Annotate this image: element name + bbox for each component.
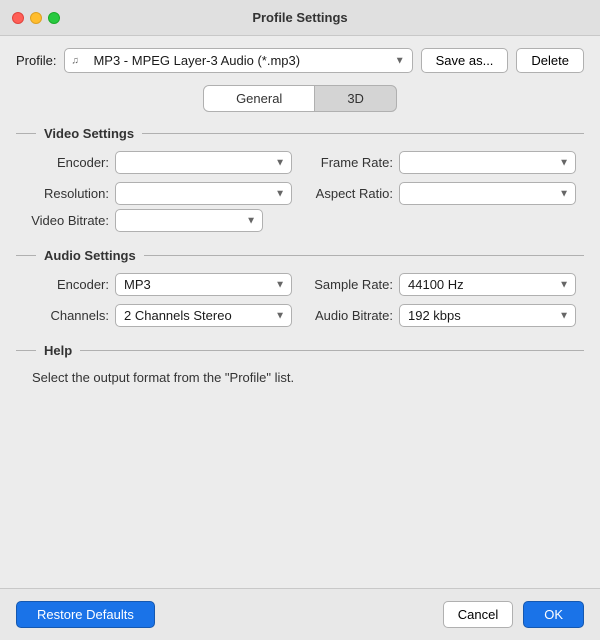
frame-rate-row: Frame Rate: ▼ [308,151,576,174]
audio-encoder-label: Encoder: [24,277,109,292]
aspect-ratio-select-wrapper: ▼ [399,182,576,205]
audio-encoder-row: Encoder: MP3 AAC OGG FLAC ▼ [24,273,292,296]
channels-select[interactable]: 2 Channels Stereo 1 Channel Mono [115,304,292,327]
help-text: Select the output format from the "Profi… [16,368,584,388]
delete-button[interactable]: Delete [516,48,584,73]
audio-settings-section: Audio Settings Encoder: MP3 AAC OGG FLAC… [16,248,584,327]
frame-rate-select[interactable] [399,151,576,174]
resolution-label: Resolution: [24,186,109,201]
audio-settings-header: Audio Settings [16,248,584,263]
tab-group: General 3D [203,85,397,112]
audio-settings-grid: Encoder: MP3 AAC OGG FLAC ▼ Sample Rate: [16,273,584,327]
audio-encoder-select-wrapper: MP3 AAC OGG FLAC ▼ [115,273,292,296]
tabs-row: General 3D [16,85,584,112]
video-settings-header: Video Settings [16,126,584,141]
footer: Restore Defaults Cancel OK [0,588,600,640]
encoder-select-wrapper: ▼ [115,151,292,174]
channels-row: Channels: 2 Channels Stereo 1 Channel Mo… [24,304,292,327]
audio-bitrate-select[interactable]: 192 kbps 128 kbps 256 kbps 320 kbps [399,304,576,327]
help-header: Help [16,343,584,358]
main-content: Profile: ♫ MP3 - MPEG Layer-3 Audio (*.m… [0,36,600,416]
audio-header-line-left [16,255,36,256]
traffic-lights [12,12,60,24]
audio-bitrate-label: Audio Bitrate: [308,308,393,323]
footer-right-buttons: Cancel OK [443,601,584,628]
ok-button[interactable]: OK [523,601,584,628]
aspect-ratio-label: Aspect Ratio: [308,186,393,201]
frame-rate-select-wrapper: ▼ [399,151,576,174]
audio-header-line-right [144,255,584,256]
help-line-right [80,350,584,351]
help-title: Help [44,343,72,358]
maximize-button[interactable] [48,12,60,24]
video-settings-grid: Encoder: ▼ Frame Rate: ▼ [16,151,584,205]
tab-general[interactable]: General [204,86,315,111]
cancel-button[interactable]: Cancel [443,601,513,628]
audio-bitrate-select-wrapper: 192 kbps 128 kbps 256 kbps 320 kbps ▼ [399,304,576,327]
help-line-left [16,350,36,351]
video-bitrate-select[interactable] [115,209,263,232]
resolution-row: Resolution: ▼ [24,182,292,205]
profile-select-wrapper: ♫ MP3 - MPEG Layer-3 Audio (*.mp3) ▼ [64,48,412,73]
header-line-right [142,133,584,134]
window-title: Profile Settings [252,10,347,25]
restore-defaults-button[interactable]: Restore Defaults [16,601,155,628]
audio-settings-title: Audio Settings [44,248,136,263]
header-line-left [16,133,36,134]
resolution-select-wrapper: ▼ [115,182,292,205]
sample-rate-row: Sample Rate: 44100 Hz 48000 Hz 22050 Hz … [308,273,576,296]
tab-3d[interactable]: 3D [315,86,396,111]
encoder-row: Encoder: ▼ [24,151,292,174]
save-as-button[interactable]: Save as... [421,48,509,73]
help-section: Help Select the output format from the "… [16,343,584,388]
minimize-button[interactable] [30,12,42,24]
sample-rate-label: Sample Rate: [308,277,393,292]
sample-rate-select-wrapper: 44100 Hz 48000 Hz 22050 Hz ▼ [399,273,576,296]
audio-encoder-select[interactable]: MP3 AAC OGG FLAC [115,273,292,296]
profile-label: Profile: [16,53,56,68]
aspect-ratio-row: Aspect Ratio: ▼ [308,182,576,205]
channels-label: Channels: [24,308,109,323]
video-settings-section: Video Settings Encoder: ▼ Frame Rate: [16,126,584,232]
video-bitrate-select-wrapper: ▼ [115,209,263,232]
close-button[interactable] [12,12,24,24]
profile-select[interactable]: MP3 - MPEG Layer-3 Audio (*.mp3) [64,48,412,73]
resolution-select[interactable] [115,182,292,205]
encoder-select[interactable] [115,151,292,174]
video-settings-title: Video Settings [44,126,134,141]
sample-rate-select[interactable]: 44100 Hz 48000 Hz 22050 Hz [399,273,576,296]
video-bitrate-label: Video Bitrate: [24,213,109,228]
title-bar: Profile Settings [0,0,600,36]
encoder-label: Encoder: [24,155,109,170]
frame-rate-label: Frame Rate: [308,155,393,170]
video-bitrate-row: Video Bitrate: ▼ [16,209,584,232]
aspect-ratio-select[interactable] [399,182,576,205]
channels-select-wrapper: 2 Channels Stereo 1 Channel Mono ▼ [115,304,292,327]
profile-row: Profile: ♫ MP3 - MPEG Layer-3 Audio (*.m… [16,48,584,73]
audio-bitrate-row: Audio Bitrate: 192 kbps 128 kbps 256 kbp… [308,304,576,327]
